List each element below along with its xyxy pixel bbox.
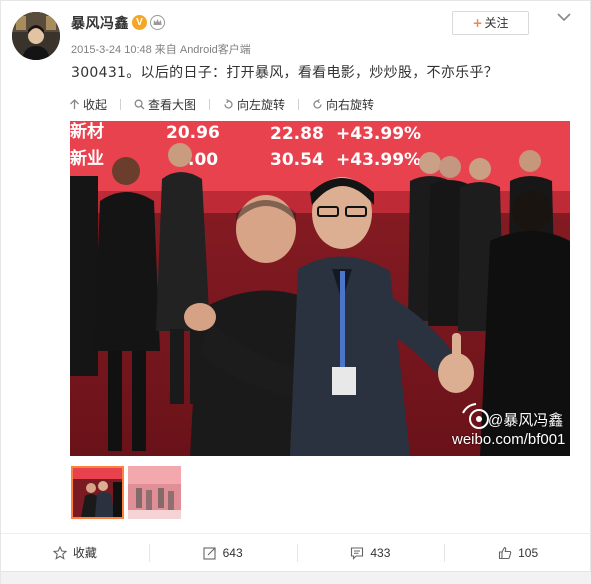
photo-thumbnail-2[interactable] — [128, 466, 181, 519]
repost-count: 643 — [222, 545, 243, 560]
board-price-2: .00 — [188, 150, 218, 170]
watermark-url: weibo.com/bf001 — [452, 431, 566, 448]
post-photo[interactable]: 新材 20.96 22.88 +43.99% 新业 .00 30.54 +43.… — [70, 121, 570, 456]
like-count: 105 — [518, 545, 539, 560]
collapse-button[interactable]: 收起 — [69, 96, 107, 113]
post-text: 300431。以后的日子：打开暴风，看看电影，炒炒股，不亦乐乎？ — [71, 65, 499, 81]
crown-icon — [150, 15, 165, 30]
board-change-1: +43.99% — [336, 124, 421, 144]
rotate-right-button[interactable]: 向右旋转 — [312, 96, 374, 113]
chevron-down-icon[interactable] — [556, 11, 572, 23]
collapse-arrow-icon — [70, 98, 79, 109]
photo-thumbnail-1[interactable] — [71, 466, 124, 519]
comment-icon — [351, 546, 364, 560]
comment-count: 433 — [370, 545, 391, 560]
card-footer-strip — [1, 571, 591, 584]
thumbs-up-icon — [499, 546, 512, 559]
media-toolbar: 收起 查看大图 向左旋转 向右旋转 — [69, 94, 387, 114]
view-large-label: 查看大图 — [148, 97, 197, 112]
divider — [209, 98, 211, 110]
watermark-handle: @暴风冯鑫 — [488, 412, 564, 429]
repost-icon — [203, 546, 216, 560]
rotate-left-button[interactable]: 向左旋转 — [223, 96, 285, 113]
board-name-1: 新材 — [70, 121, 104, 142]
search-icon — [134, 99, 145, 109]
board-price-1: 20.96 — [166, 123, 220, 143]
post-timestamp[interactable]: 2015-3-24 10:48 — [71, 44, 152, 56]
board-change-2: +43.99% — [336, 150, 421, 170]
board-close-1: 22.88 — [270, 124, 324, 144]
star-icon — [52, 545, 67, 560]
rotate-right-label: 向右旋转 — [326, 97, 375, 112]
board-name-2: 新业 — [70, 148, 104, 169]
rotate-left-label: 向左旋转 — [237, 97, 286, 112]
follow-button-label: 关注 — [484, 16, 509, 30]
verified-badge-icon: V — [132, 15, 147, 30]
follow-button[interactable]: + 关注 — [452, 11, 529, 35]
action-bar: 收藏 643 433 105 — [1, 533, 591, 571]
collapse-label: 收起 — [83, 97, 108, 112]
like-button[interactable]: 105 — [444, 534, 591, 571]
post-source: 来自 Android客户端 — [154, 44, 251, 56]
rotate-left-icon — [224, 98, 233, 109]
comment-button[interactable]: 433 — [296, 534, 445, 571]
repost-button[interactable]: 643 — [148, 534, 297, 571]
divider — [120, 98, 122, 110]
view-large-button[interactable]: 查看大图 — [134, 96, 196, 113]
weibo-post-card: 暴风冯鑫 V 2015-3-24 10:48 来自 Android客户端 + 关注… — [0, 0, 591, 584]
divider — [298, 98, 300, 110]
board-close-2: 30.54 — [270, 150, 324, 170]
plus-icon: + — [472, 16, 483, 30]
favorite-label: 收藏 — [72, 546, 97, 560]
favorite-button[interactable]: 收藏 — [1, 534, 149, 571]
username[interactable]: 暴风冯鑫 — [71, 13, 129, 33]
avatar[interactable] — [12, 12, 60, 60]
rotate-right-icon — [313, 98, 322, 109]
post-meta: 2015-3-24 10:48 来自 Android客户端 — [71, 41, 251, 57]
